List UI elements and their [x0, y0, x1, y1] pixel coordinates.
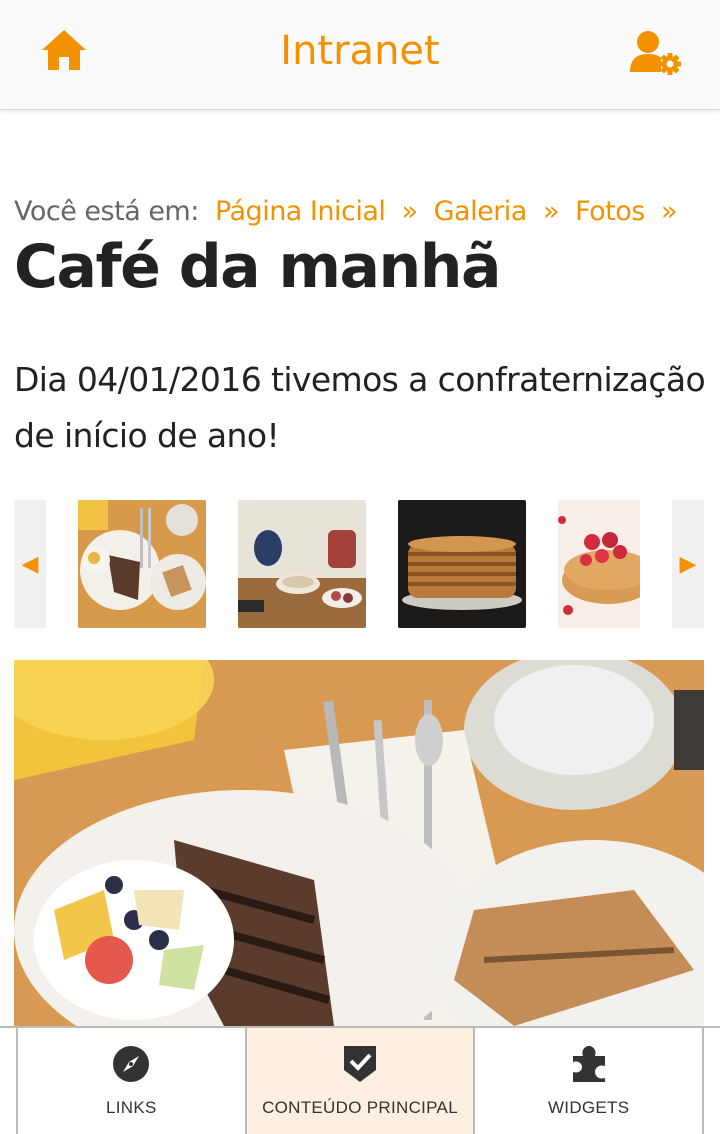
nav-main-content[interactable]: CONTEÚDO PRINCIPAL — [244, 1028, 474, 1134]
breadcrumb-item-gallery[interactable]: Galeria — [434, 196, 528, 227]
breadcrumb-separator: » — [542, 196, 560, 227]
chevron-right-icon: ▶ — [679, 551, 697, 576]
breadcrumb-item-photos[interactable]: Fotos — [575, 196, 645, 227]
nav-widgets[interactable]: WIDGETS — [473, 1028, 705, 1134]
page-title: Café da manhã — [14, 232, 501, 302]
shield-check-icon — [340, 1044, 380, 1084]
breakfast-photo-image — [14, 660, 704, 1026]
breadcrumb-item-home[interactable]: Página Inicial — [215, 196, 386, 227]
thumbnail-breakfast-plate[interactable] — [78, 500, 206, 628]
app-title: Intranet — [280, 28, 440, 74]
thumbnail-berry-pancakes[interactable] — [558, 500, 640, 628]
tea-table-image — [238, 500, 366, 628]
carousel-prev-button[interactable]: ◀ — [14, 500, 46, 628]
thumbnail-pancake-stack[interactable] — [398, 500, 526, 628]
breadcrumb: Você está em: Página Inicial » Galeria »… — [14, 196, 685, 227]
carousel-next-button[interactable]: ▶ — [672, 500, 704, 628]
berry-pancakes-image — [558, 500, 640, 628]
chevron-left-icon: ◀ — [21, 551, 39, 576]
breadcrumb-separator: » — [660, 196, 678, 227]
puzzle-icon — [569, 1044, 609, 1084]
main-photo — [14, 660, 704, 1026]
nav-links-label: LINKS — [106, 1098, 157, 1117]
nav-links[interactable]: LINKS — [16, 1028, 245, 1134]
bottom-navigation: LINKS CONTEÚDO PRINCIPAL WIDGETS — [0, 1026, 720, 1134]
top-bar: Intranet — [0, 0, 720, 110]
pancake-stack-image — [398, 500, 526, 628]
page-description: Dia 04/01/2016 tivemos a confraternizaçã… — [14, 360, 706, 455]
nav-main-content-label: CONTEÚDO PRINCIPAL — [262, 1098, 458, 1117]
breadcrumb-prefix: Você está em: — [14, 196, 199, 227]
breadcrumb-separator: » — [401, 196, 419, 227]
nav-widgets-label: WIDGETS — [547, 1098, 630, 1117]
breakfast-plate-image — [78, 500, 206, 628]
thumbnail-carousel: ◀ ▶ — [14, 500, 704, 628]
user-settings-icon[interactable] — [630, 30, 684, 76]
thumbnail-tea-table[interactable] — [238, 500, 366, 628]
compass-icon — [111, 1044, 151, 1084]
